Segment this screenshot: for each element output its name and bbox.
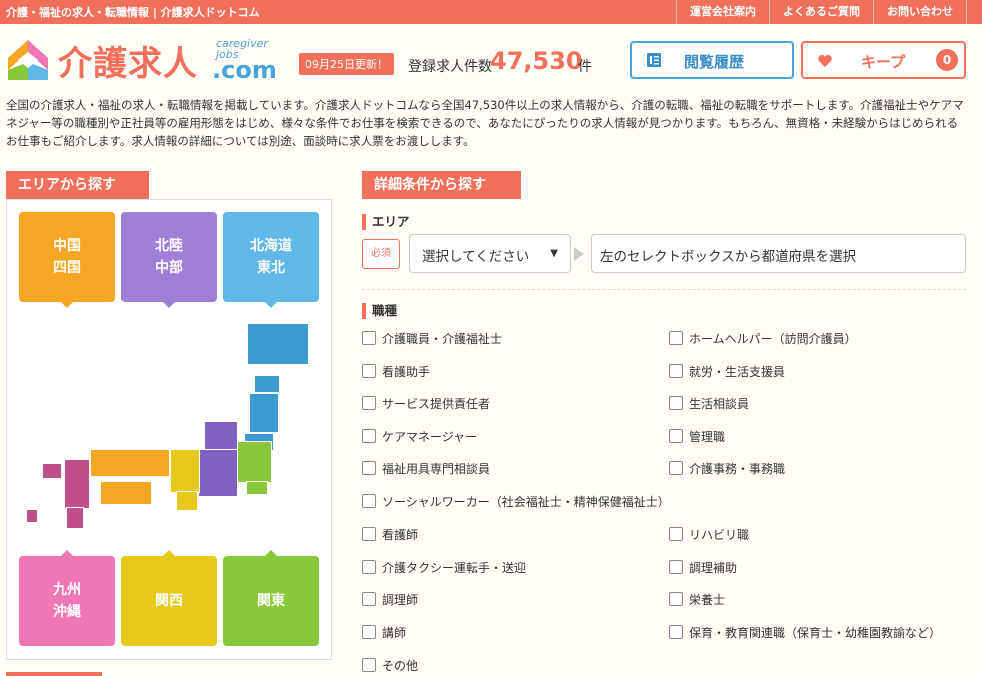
intro-text: 全国の介護求人・福祉の求人・転職情報を掲載しています。介護求人ドットコムなら全国… — [6, 98, 964, 148]
site-logo[interactable]: 介護求人 caregiver jobs .com — [6, 36, 296, 86]
prefecture-select-value: 選択してください — [422, 249, 530, 265]
house-logo-icon — [8, 40, 48, 80]
job-count-label: 登録求人件数 — [408, 59, 492, 75]
map-kansai[interactable] — [170, 449, 200, 493]
region-hokkaido-tohoku[interactable]: 北海道 東北 — [223, 212, 319, 308]
region-hokuriku-chubu[interactable]: 北陸 中部 — [121, 212, 217, 308]
area-field-label: エリア — [362, 214, 410, 230]
company-info-link[interactable]: 運営会社案内 — [676, 0, 769, 24]
region-chugoku-shikoku[interactable]: 中国 四国 — [19, 212, 115, 308]
logo-com-text: .com — [212, 56, 277, 84]
site-tagline: 介護・福祉の求人・転職情報 | 介護求人ドットコム — [6, 6, 260, 19]
faq-link[interactable]: よくあるご質問 — [769, 0, 873, 24]
contact-link[interactable]: お問い合わせ — [873, 0, 967, 24]
keep-button-label: キープ — [861, 53, 906, 71]
updated-badge: 09月25日更新！ — [299, 53, 394, 75]
history-button[interactable]: 閲覧履歴 — [630, 41, 794, 79]
top-links: 運営会社案内 よくあるご質問 お問い合わせ — [676, 0, 967, 24]
job-field-label: 職種 — [362, 303, 397, 319]
map-chugoku[interactable] — [90, 449, 170, 477]
map-tohoku[interactable] — [254, 375, 280, 393]
region-kyushu-okinawa[interactable]: 九州 沖縄 — [19, 550, 115, 646]
top-bar: 介護・福祉の求人・転職情報 | 介護求人ドットコム 運営会社案内 よくあるご質問… — [0, 0, 982, 24]
map-hokkaido[interactable] — [247, 323, 309, 365]
history-list-icon — [647, 53, 661, 67]
job-count-value: 47,530 — [490, 47, 583, 75]
keep-count-badge: 0 — [936, 49, 958, 71]
prefecture-display-field[interactable]: 左のセレクトボックスから都道府県を選択 — [591, 234, 966, 273]
divider — [362, 289, 966, 290]
required-badge: 必須 — [362, 239, 400, 269]
map-kanto[interactable] — [236, 441, 272, 483]
next-section-tab — [6, 672, 102, 676]
logo-text: 介護求人 — [58, 44, 198, 84]
detail-search-heading: 詳細条件から探す — [362, 171, 521, 199]
region-kanto[interactable]: 関東 — [223, 550, 319, 646]
map-chubu[interactable] — [204, 421, 238, 451]
map-kyushu[interactable] — [64, 459, 90, 509]
map-okinawa[interactable] — [26, 509, 38, 523]
map-shikoku[interactable] — [100, 481, 152, 505]
history-button-label: 閲覧履歴 — [684, 53, 745, 71]
arrow-right-icon — [574, 247, 584, 261]
area-search-heading: エリアから探す — [6, 171, 149, 199]
heart-icon — [818, 55, 832, 67]
keep-button[interactable]: キープ 0 — [801, 41, 966, 79]
job-count-unit: 件 — [578, 59, 592, 75]
region-kansai[interactable]: 関西 — [121, 550, 217, 646]
japan-map[interactable] — [14, 323, 314, 538]
prefecture-select[interactable]: 選択してください ▼ — [409, 234, 571, 273]
chevron-down-icon: ▼ — [550, 248, 558, 259]
